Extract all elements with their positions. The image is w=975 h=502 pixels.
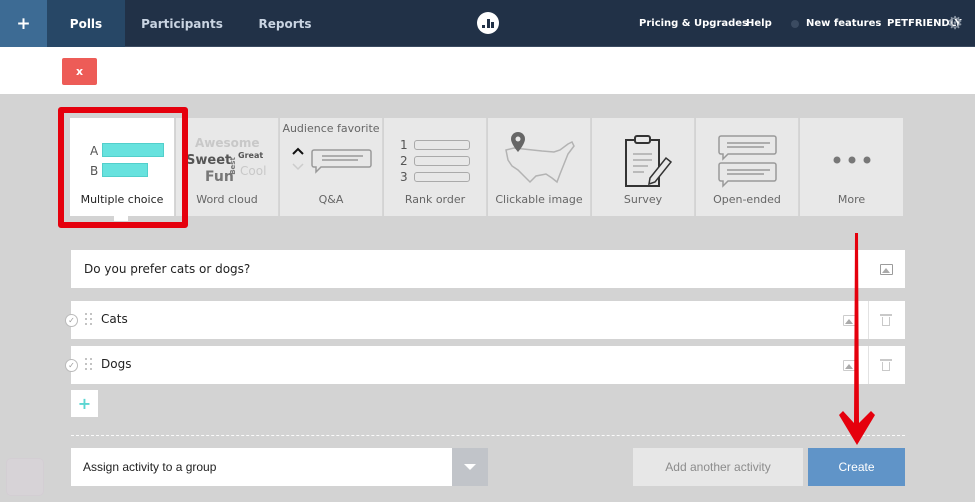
help-mascot-icon[interactable] [6, 458, 44, 496]
type-label: Open-ended [713, 193, 781, 206]
type-more[interactable]: More [800, 118, 903, 216]
new-features-link[interactable]: New features [791, 0, 881, 47]
drag-handle-icon[interactable] [85, 358, 93, 372]
speech-bubbles-icon [718, 135, 777, 188]
chevron-down-icon[interactable] [452, 448, 488, 486]
group-select[interactable]: Assign activity to a group [71, 448, 488, 486]
pricing-link[interactable]: Pricing & Upgrades [639, 0, 748, 47]
divider [71, 435, 905, 436]
type-label: Rank order [404, 193, 466, 206]
trash-icon[interactable] [880, 314, 892, 326]
question-text: Do you prefer cats or dogs? [84, 262, 251, 276]
type-qa[interactable]: Audience favorite Q&A [280, 118, 383, 216]
tab-participants[interactable]: Participants [138, 0, 226, 47]
choice-a-label: A [90, 144, 99, 158]
tab-polls[interactable]: Polls [47, 0, 125, 47]
qa-icon [292, 147, 372, 174]
multiple-choice-icon [102, 143, 164, 157]
image-icon[interactable] [843, 315, 856, 326]
type-label: Survey [623, 193, 663, 206]
image-icon[interactable] [843, 360, 856, 371]
option-text: Dogs [101, 357, 132, 371]
option-row[interactable]: ✓ Cats [65, 301, 905, 339]
type-label: Clickable image [495, 193, 583, 206]
type-label: Multiple choice [80, 193, 164, 206]
type-rank-order[interactable]: 1 2 3 Rank order [384, 118, 487, 216]
question-input[interactable]: Do you prefer cats or dogs? [71, 250, 905, 288]
type-label: Q&A [318, 193, 344, 206]
audience-favorite-caption: Audience favorite [282, 122, 380, 135]
drag-handle-icon[interactable] [85, 313, 93, 327]
option-row[interactable]: ✓ Dogs [65, 346, 905, 384]
image-icon[interactable] [880, 264, 893, 275]
new-features-label: New features [806, 18, 882, 29]
group-select-value: Assign activity to a group [83, 460, 217, 474]
type-label: More [837, 193, 866, 206]
new-activity-button[interactable]: + [0, 0, 47, 47]
divider [868, 301, 869, 339]
action-bar [0, 47, 975, 94]
top-nav: + Polls Participants Reports Pricing & U… [0, 0, 975, 47]
map-pin-icon [505, 132, 575, 184]
choice-b-label: B [90, 164, 99, 178]
ellipsis-icon [833, 156, 871, 164]
option-text: Cats [101, 312, 128, 326]
type-multiple-choice[interactable]: A B Multiple choice [70, 118, 175, 216]
create-button[interactable]: Create [808, 448, 905, 486]
selected-pointer [114, 214, 128, 221]
type-clickable-image[interactable]: Clickable image [488, 118, 591, 216]
new-features-dot-icon [791, 19, 799, 28]
divider [868, 346, 869, 384]
type-label: Word cloud [196, 193, 258, 206]
help-link[interactable]: Help [746, 0, 772, 47]
clipboard-icon [625, 135, 673, 187]
bar-b-icon [102, 163, 148, 177]
tab-reports[interactable]: Reports [254, 0, 316, 47]
add-another-activity-button[interactable]: Add another activity [633, 448, 803, 486]
gear-icon[interactable]: ⚙ [947, 15, 965, 33]
add-option-button[interactable]: + [71, 390, 98, 417]
logo-icon[interactable] [477, 12, 499, 34]
trash-icon[interactable] [880, 359, 892, 371]
close-button[interactable]: x [62, 58, 97, 85]
correct-check-icon[interactable]: ✓ [65, 359, 78, 372]
type-word-cloud[interactable]: Awesome Sweet Best Great Fun Cool Word c… [176, 118, 279, 216]
correct-check-icon[interactable]: ✓ [65, 314, 78, 327]
type-open-ended[interactable]: Open-ended [696, 118, 799, 216]
type-survey[interactable]: Survey [592, 118, 695, 216]
